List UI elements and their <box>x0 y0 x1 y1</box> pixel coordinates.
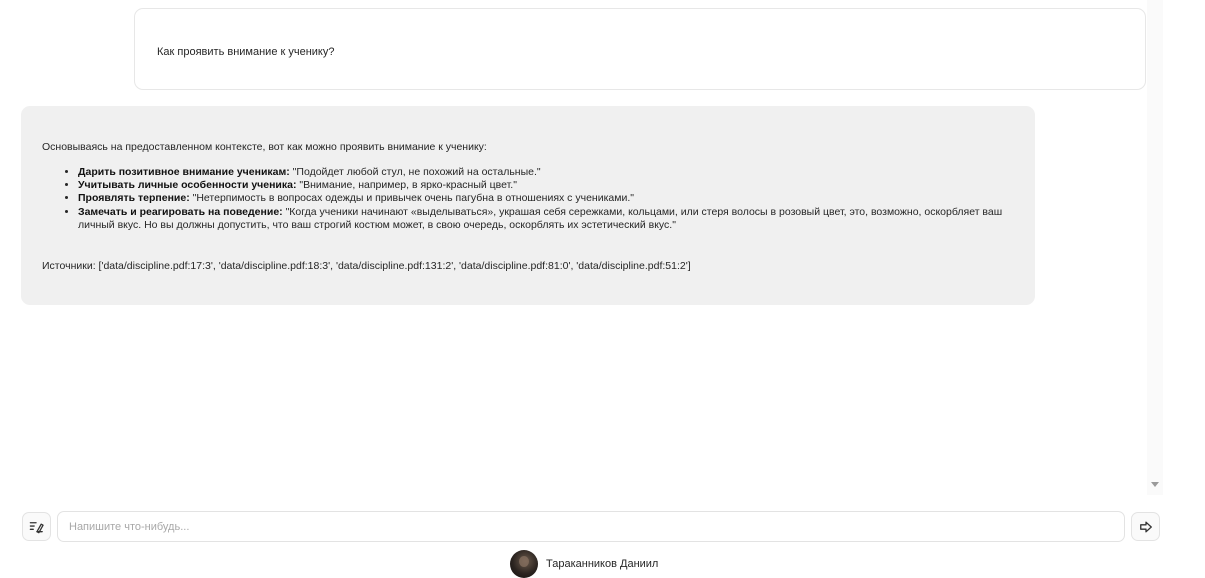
list-item-text: "Внимание, например, в ярко-красный цвет… <box>296 179 517 192</box>
list-item-text: "Подойдет любой стул, не похожий на оста… <box>289 166 541 178</box>
list-item-title: Дарить позитивное внимание ученикам: <box>78 166 290 178</box>
list-item: Учитывать личные особенности ученика: "В… <box>78 179 1028 192</box>
list-item: Проявлять терпение: "Нетерпимость в вопр… <box>78 192 1028 205</box>
clear-chat-button[interactable] <box>22 512 51 541</box>
assistant-message-bubble: Основываясь на предоставленном контексте… <box>21 106 1035 305</box>
list-item-text: "Нетерпимость в вопросах одежды и привыч… <box>189 192 634 205</box>
list-item-title: Учитывать личные особенности ученика: <box>78 179 297 192</box>
user-message-bubble: Как проявить внимание к ученику? <box>134 8 1146 90</box>
list-item: Замечать и реагировать на поведение: "Ко… <box>78 206 1028 232</box>
username: Тараканников Даниил <box>546 558 659 570</box>
scroll-down-arrow-icon[interactable] <box>1151 482 1159 487</box>
clear-chat-icon <box>29 522 44 534</box>
assistant-message-sources: Источники: ['data/discipline.pdf:17:3', … <box>42 260 691 272</box>
message-input[interactable] <box>57 511 1125 542</box>
user-footer: Тараканников Даниил <box>510 550 658 578</box>
assistant-message-intro: Основываясь на предоставленном контексте… <box>42 141 487 153</box>
send-button[interactable] <box>1131 512 1160 541</box>
send-icon <box>1139 521 1152 532</box>
chat-scrollbar[interactable] <box>1147 0 1163 495</box>
user-message-text: Как проявить внимание к ученику? <box>157 46 335 58</box>
list-item-title: Замечать и реагировать на поведение: <box>78 205 283 218</box>
list-item-title: Проявлять терпение: <box>78 192 190 205</box>
avatar <box>510 550 538 578</box>
list-item: Дарить позитивное внимание ученикам: "По… <box>78 166 1028 179</box>
assistant-message-list: Дарить позитивное внимание ученикам: "По… <box>63 166 1028 232</box>
